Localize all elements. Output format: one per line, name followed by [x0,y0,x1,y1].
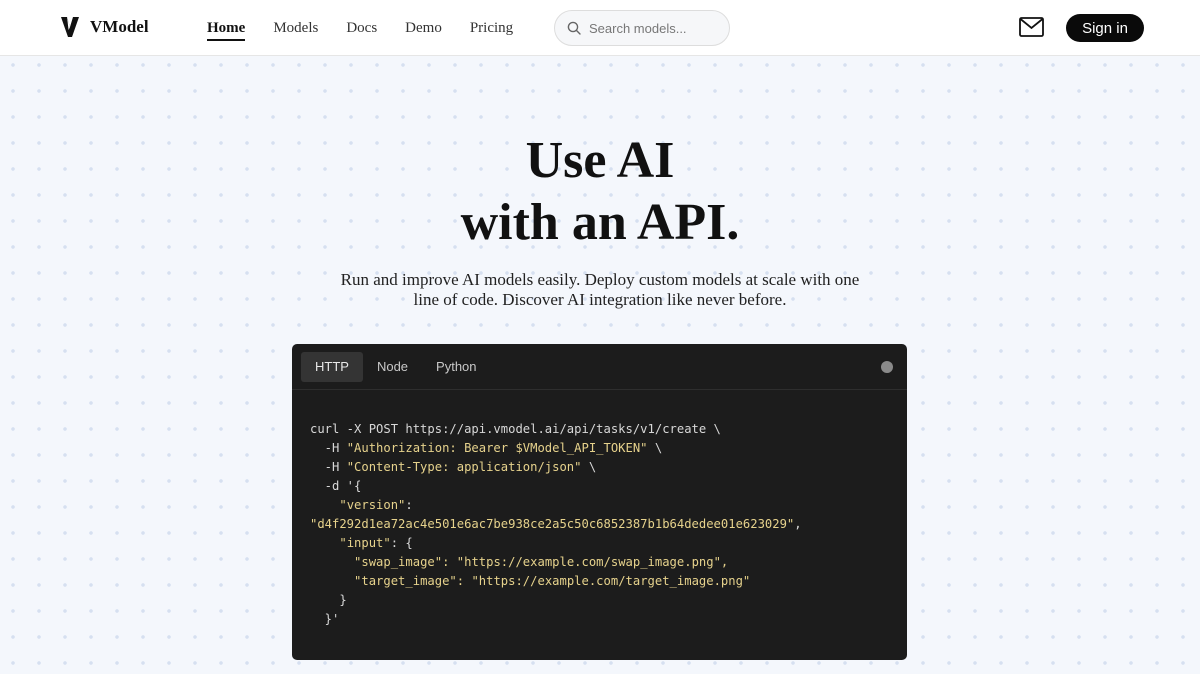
tab-node[interactable]: Node [363,352,422,382]
main-nav: Home Models Docs Demo Pricing [207,0,541,56]
code-line: "target_image": "https://example.com/tar… [354,574,751,588]
code-tabs: HTTP Node Python [292,344,907,390]
top-header: VModel Home Models Docs Demo Pricing Sig… [0,0,1200,56]
code-line: "d4f292d1ea72ac4e501e6ac7be938ce2a5c50c6… [310,517,802,531]
hero-subtitle: Run and improve AI models easily. Deploy… [340,270,860,309]
code-line: -H "Content-Type: application/json" \ [310,460,597,474]
code-line: } [310,593,347,607]
search-input[interactable] [589,20,719,36]
mail-icon[interactable] [1019,17,1044,42]
nav-demo[interactable]: Demo [405,0,442,56]
brand-logo[interactable]: VModel [60,15,149,39]
tab-http[interactable]: HTTP [301,351,363,382]
search-box[interactable] [554,10,730,46]
nav-models[interactable]: Models [273,0,318,56]
code-line: -d '{ [310,479,362,493]
nav-home[interactable]: Home [207,0,246,56]
search-icon [567,21,581,35]
code-line: "swap_image": "https://example.com/swap_… [354,555,729,569]
status-dot-icon [881,361,893,373]
nav-pricing[interactable]: Pricing [470,0,513,56]
code-line: "input": { [339,536,413,550]
code-block[interactable]: curl -X POST https://api.vmodel.ai/api/t… [292,390,907,629]
sign-in-button[interactable]: Sign in [1066,14,1144,42]
hero-title: Use AI with an API. [0,130,1200,254]
nav-docs[interactable]: Docs [346,0,377,56]
code-line: -H "Authorization: Bearer $VModel_API_TO… [310,441,663,455]
vmodel-logo-icon [61,17,79,37]
tab-python[interactable]: Python [422,352,490,382]
hero-title-line-2: with an API. [460,194,740,251]
code-line: curl -X POST https://api.vmodel.ai/api/t… [310,422,721,436]
code-example-panel: HTTP Node Python curl -X POST https://ap… [292,344,907,660]
brand-name: VModel [90,17,149,36]
hero-title-line-1: Use AI [525,132,675,189]
code-line: }' [310,612,340,626]
code-line: "version": [339,498,413,512]
